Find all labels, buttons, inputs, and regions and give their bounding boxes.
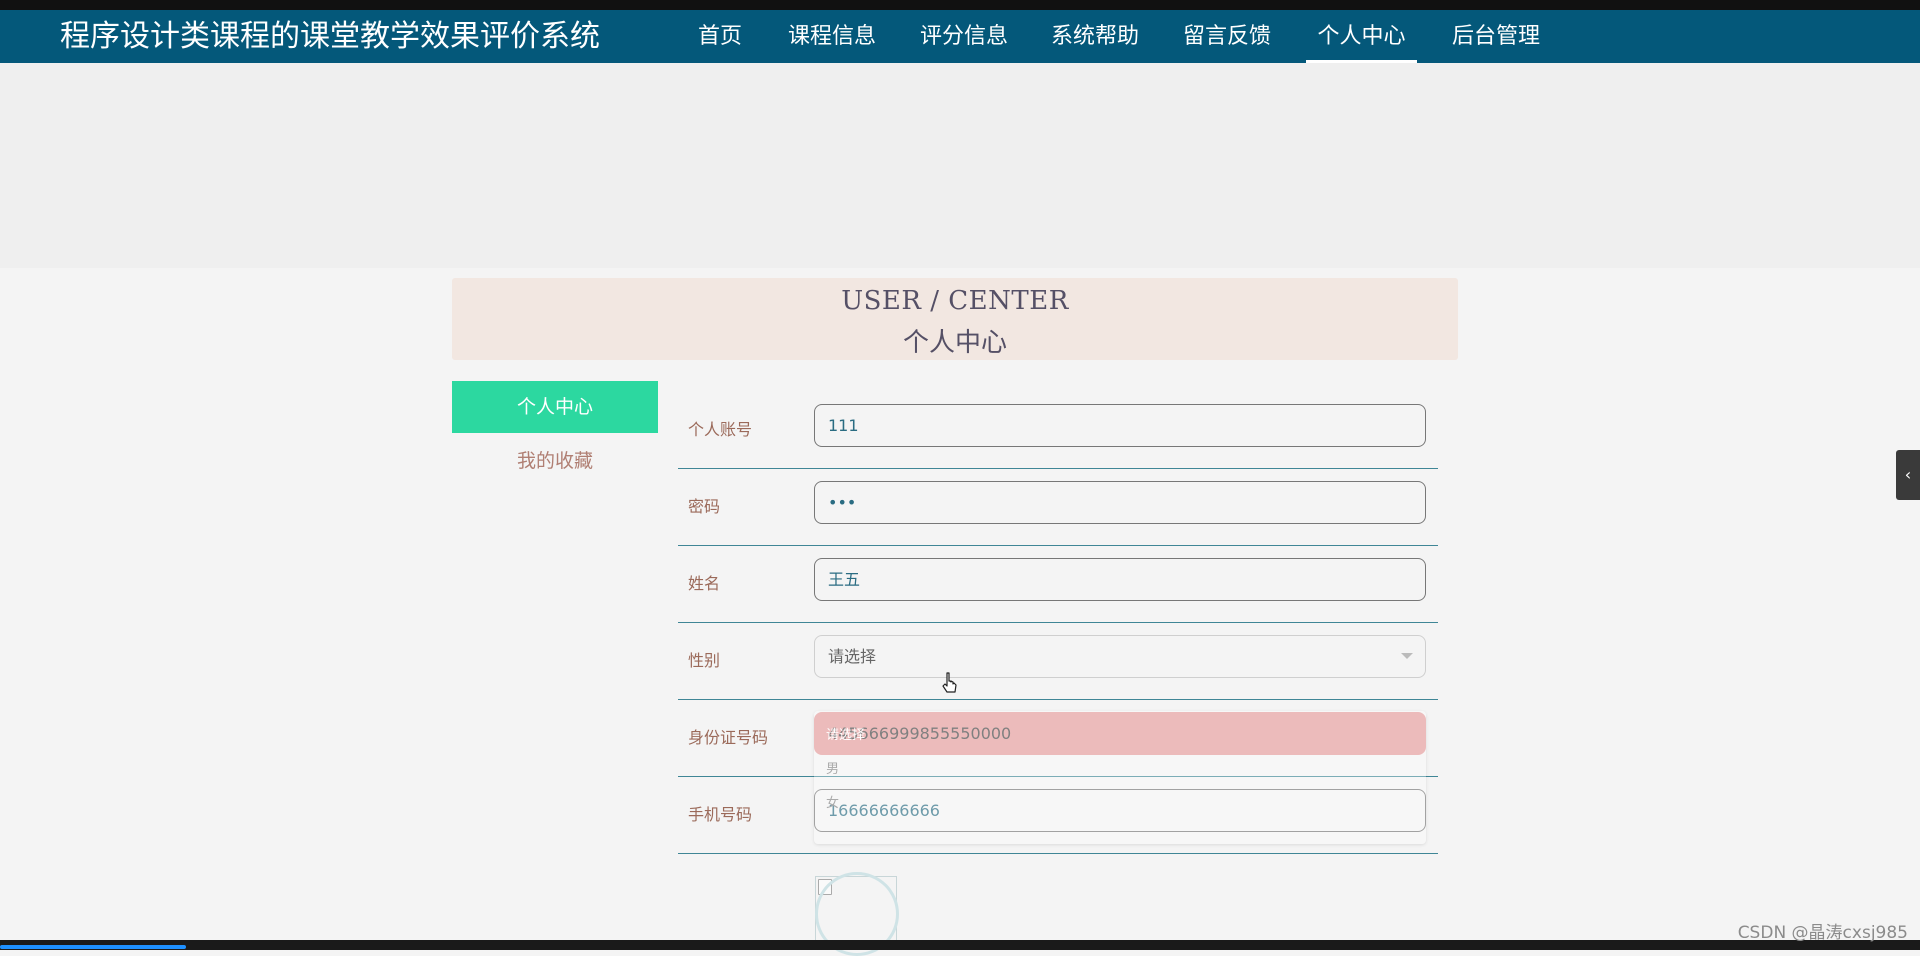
site-title: 程序设计类课程的课堂教学效果评价系统 [60,19,600,54]
gender-select-value: 请选择 [828,647,877,666]
section-header-chinese: 个人中心 [902,328,1007,358]
nav-admin[interactable]: 后台管理 [1450,10,1542,63]
top-navbar: 程序设计类课程的课堂教学效果评价系统 首页 课程信息 评分信息 系统帮助 留言反… [0,10,1920,63]
form-row-account: 个人账号 111 [678,391,1438,469]
nav-rating-info[interactable]: 评分信息 [918,10,1010,63]
account-label: 个人账号 [688,420,753,439]
loading-progress [0,945,186,949]
form-row-gender: 性别 请选择 [678,622,1438,700]
gender-option-female[interactable]: 女 [826,794,839,814]
gender-label: 性别 [688,651,721,670]
password-input[interactable]: ••• [814,481,1426,524]
password-label: 密码 [688,497,721,516]
section-header: USER / CENTER 个人中心 [452,278,1458,360]
nav-system-help[interactable]: 系统帮助 [1049,10,1141,63]
nav-feedback[interactable]: 留言反馈 [1181,10,1273,63]
gender-select[interactable]: 请选择 [814,635,1426,678]
account-input[interactable]: 111 [814,404,1426,447]
nav-course-info[interactable]: 课程信息 [786,10,878,63]
window-top-strip [0,0,1920,10]
banner-area [0,63,1920,268]
form-row-password: 密码 ••• [678,468,1438,546]
bottom-bar [0,940,1920,950]
watermark: CSDN @晶涛cxsj985 [1737,923,1908,943]
pointer-cursor-icon [942,672,957,693]
phone-label: 手机号码 [688,805,753,824]
nav-home[interactable]: 首页 [697,10,743,63]
name-input[interactable]: 王五 [814,558,1426,601]
form-row-name: 姓名 王五 [678,545,1438,623]
nav-user-center[interactable]: 个人中心 [1306,10,1417,63]
sidebar-item-user-center[interactable]: 个人中心 [452,381,658,433]
gender-option-male[interactable]: 男 [826,760,839,780]
sidebar-item-favorites[interactable]: 我的收藏 [452,446,658,472]
section-header-english: USER / CENTER [841,286,1069,316]
id-card-label: 身份证号码 [688,728,769,747]
name-label: 姓名 [688,574,721,593]
gender-dropdown-menu: 请选择 男 女 [814,711,1426,844]
dropdown-caret-icon [1401,653,1413,659]
gender-option-placeholder[interactable]: 请选择 [826,726,865,746]
chevron-left-icon[interactable]: ‹ [1896,450,1920,500]
